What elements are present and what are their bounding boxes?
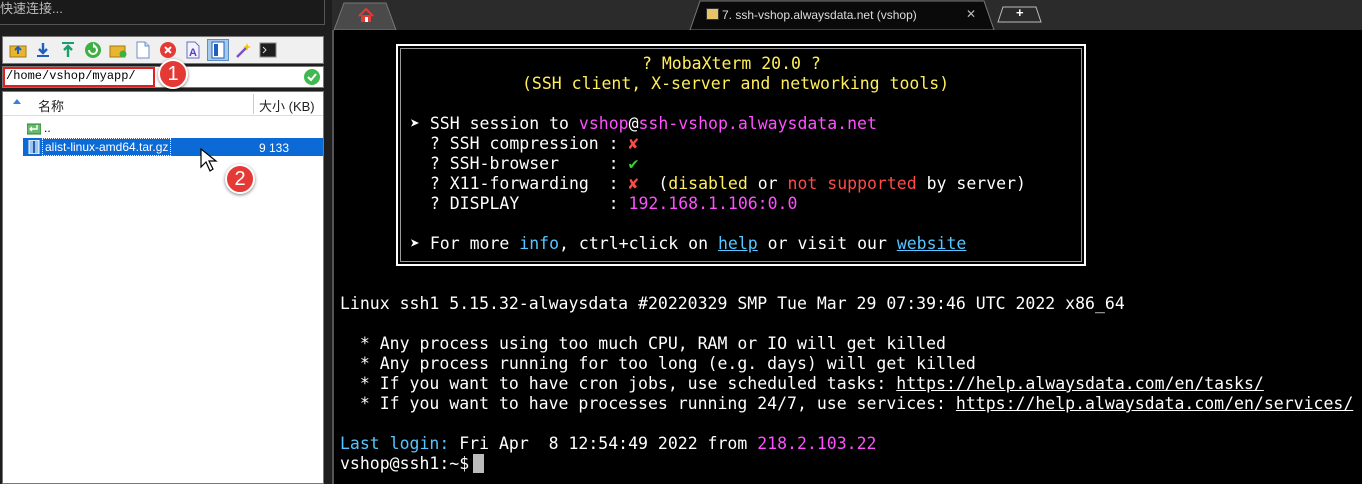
table-row-selected[interactable]: alist-linux-amd64.tar.gz 9 133 — [23, 138, 323, 156]
home-icon — [358, 8, 374, 22]
refresh-icon[interactable] — [82, 39, 104, 61]
step-badge-1: 1 — [158, 59, 188, 89]
terminal-session-icon — [706, 8, 719, 20]
plus-icon: + — [1016, 5, 1024, 20]
notice-line-2: * Any process running for too long (e.g.… — [340, 354, 976, 373]
archive-file-icon — [28, 140, 40, 154]
new-tab-button[interactable]: + — [996, 0, 1044, 30]
path-input[interactable]: /home/vshop/myapp/ — [6, 69, 136, 83]
ssh-session-line: ➤ SSH session to vshop@ssh-vshop.alwaysd… — [410, 114, 877, 133]
services-help-link[interactable]: https://help.alwaysdata.com/en/services/ — [956, 394, 1353, 413]
confirm-path-icon[interactable] — [304, 69, 320, 85]
tab-ssh-label: 7. ssh-vshop.alwaysdata.net (vshop) — [722, 8, 917, 22]
mouse-cursor-icon — [200, 148, 218, 172]
info-link[interactable]: info — [519, 234, 559, 253]
tab-ssh-session[interactable]: 7. ssh-vshop.alwaysdata.net (vshop) ✕ — [688, 0, 998, 30]
tasks-help-link[interactable]: https://help.alwaysdata.com/en/tasks/ — [896, 374, 1264, 393]
delete-icon[interactable] — [157, 39, 179, 61]
download-icon[interactable] — [32, 39, 54, 61]
help-link[interactable]: help — [718, 234, 758, 253]
shell-prompt[interactable]: vshop@ssh1:~$ — [340, 454, 485, 473]
terminal-view[interactable]: ? MobaXterm 20.0 ? (SSH client, X-server… — [332, 30, 1362, 484]
parent-folder-icon — [27, 123, 41, 135]
notice-line-1: * Any process using too much CPU, RAM or… — [340, 334, 946, 353]
banner-title: ? MobaXterm 20.0 ? — [642, 54, 821, 73]
tab-bar: 7. ssh-vshop.alwaysdata.net (vshop) ✕ + — [332, 0, 1362, 30]
table-row[interactable]: .. — [23, 119, 323, 137]
file-name: .. — [44, 121, 51, 135]
tab-home[interactable] — [332, 0, 398, 30]
sort-ascending-icon[interactable] — [13, 99, 21, 104]
svg-text:A: A — [189, 47, 197, 59]
sftp-sidebar: 快速连接... A /home/vshop/myapp/ 名称 大小 (KB) … — [0, 0, 332, 484]
file-size: 9 133 — [259, 141, 290, 155]
rename-icon[interactable]: A — [182, 39, 204, 61]
text-cursor — [473, 454, 485, 473]
display-line: ? DISPLAY : 192.168.1.106:0.0 — [410, 194, 798, 213]
go-up-folder-icon[interactable] — [7, 39, 29, 61]
notice-line-4: * If you want to have processes running … — [340, 394, 1354, 413]
new-folder-icon[interactable] — [107, 39, 129, 61]
notice-line-3: * If you want to have cron jobs, use sch… — [340, 374, 1264, 393]
column-header-name[interactable]: 名称 — [38, 96, 64, 115]
ssh-browser-line: ? SSH-browser : ✔ — [410, 154, 639, 173]
file-name: alist-linux-amd64.tar.gz — [42, 138, 172, 156]
file-list-header: 名称 大小 (KB) — [3, 92, 323, 116]
website-link[interactable]: website — [897, 234, 967, 253]
more-info-line: ➤ For more info, ctrl+click on help or v… — [410, 234, 967, 253]
open-in-editor-icon[interactable] — [207, 39, 229, 61]
terminal-icon[interactable] — [257, 39, 279, 61]
welcome-banner: ? MobaXterm 20.0 ? (SSH client, X-server… — [396, 44, 1086, 266]
column-header-size[interactable]: 大小 (KB) — [259, 96, 315, 115]
close-tab-icon[interactable]: ✕ — [966, 7, 976, 21]
new-file-icon[interactable] — [132, 39, 154, 61]
uname-line: Linux ssh1 5.15.32-alwaysdata #20220329 … — [340, 294, 1125, 313]
banner-subtitle: (SSH client, X-server and networking too… — [522, 74, 950, 93]
magic-wand-icon[interactable] — [232, 39, 254, 61]
quick-connect-input[interactable]: 快速连接... — [0, 0, 325, 25]
sftp-toolbar: A — [2, 36, 324, 64]
step-badge-2: 2 — [225, 164, 255, 194]
upload-icon[interactable] — [57, 39, 79, 61]
ssh-compression-line: ? SSH compression : ✘ — [410, 134, 639, 153]
sftp-file-list: 名称 大小 (KB) .. alist-linux-amd64.tar.gz 9… — [2, 91, 324, 484]
x11-forwarding-line: ? X11-forwarding : ✘ (disabled or not su… — [410, 174, 1026, 193]
quick-connect-placeholder: 快速连接... — [0, 1, 63, 16]
last-login-line: Last login: Fri Apr 8 12:54:49 2022 from… — [340, 434, 877, 453]
column-divider[interactable] — [253, 94, 254, 114]
